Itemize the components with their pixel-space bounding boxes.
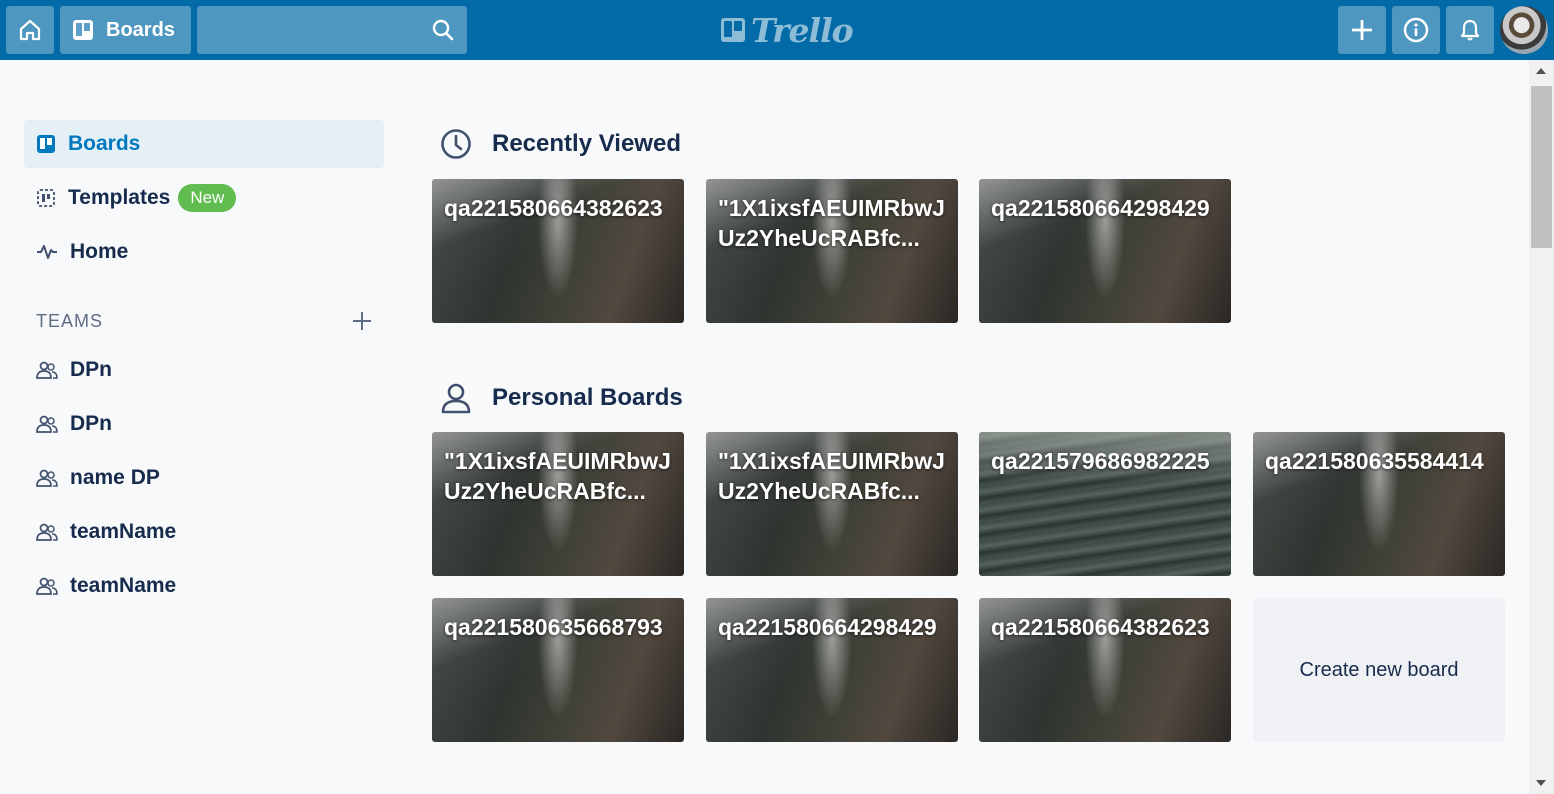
- home-button[interactable]: [6, 6, 54, 54]
- new-badge: New: [178, 184, 237, 212]
- teams-header: TEAMS: [36, 306, 372, 336]
- board-title: "1X1ixsfAEUIMRbwJUz2YheUcRABfc...: [718, 448, 945, 504]
- team-icon: [36, 577, 58, 595]
- team-label: teamName: [70, 574, 177, 597]
- personal-boards-header: Personal Boards: [440, 382, 683, 414]
- sidebar-item-label: Templates: [68, 186, 171, 209]
- board-title: qa221580635584414: [1265, 448, 1484, 474]
- board-title: qa221580664298429: [991, 195, 1210, 221]
- board-icon: [37, 135, 55, 153]
- team-icon: [36, 523, 58, 541]
- trello-logo-icon: [721, 18, 745, 42]
- plus-icon[interactable]: [352, 311, 372, 331]
- sidebar-item-templates[interactable]: Templates New: [24, 174, 384, 222]
- board-tile[interactable]: "1X1ixsfAEUIMRbwJUz2YheUcRABfc...: [432, 432, 684, 576]
- team-list: DPn DPn name DP teamName teamName: [24, 346, 384, 616]
- team-item[interactable]: DPn: [24, 346, 384, 394]
- plus-icon: [1352, 20, 1372, 40]
- bell-icon: [1460, 19, 1480, 41]
- team-label: DPn: [70, 412, 112, 435]
- team-item[interactable]: teamName: [24, 508, 384, 556]
- home-icon: [19, 19, 41, 41]
- board-title: qa221580664382623: [444, 195, 663, 221]
- template-icon: [37, 189, 55, 207]
- section-title: Personal Boards: [492, 384, 683, 411]
- boards-button-label: Boards: [106, 18, 175, 41]
- create-new-board-button[interactable]: Create new board: [1253, 598, 1505, 742]
- top-header: Boards Trello: [0, 0, 1554, 60]
- clock-icon: [441, 129, 471, 159]
- board-tile[interactable]: qa221579686982225: [979, 432, 1231, 576]
- board-title: qa221579686982225: [991, 448, 1210, 474]
- board-title: qa221580664298429: [718, 614, 937, 640]
- activity-icon: [37, 245, 57, 259]
- search-icon[interactable]: [431, 18, 455, 42]
- team-icon: [36, 415, 58, 433]
- sidebar: Boards Templates New Home TEAMS DPn DPn …: [24, 120, 384, 597]
- avatar[interactable]: [1500, 6, 1548, 54]
- section-title: Recently Viewed: [492, 130, 681, 157]
- board-tile[interactable]: qa221580664298429: [706, 598, 958, 742]
- team-item[interactable]: teamName: [24, 562, 384, 610]
- search-input[interactable]: [197, 6, 419, 54]
- sidebar-item-boards[interactable]: Boards: [24, 120, 384, 168]
- board-tile[interactable]: qa221580635584414: [1253, 432, 1505, 576]
- sidebar-item-home[interactable]: Home: [24, 228, 384, 276]
- boards-button[interactable]: Boards: [60, 6, 191, 54]
- team-label: name DP: [70, 466, 160, 489]
- board-icon: [73, 20, 93, 40]
- logo-text: Trello: [751, 10, 854, 50]
- board-tile[interactable]: qa221580664382623: [432, 179, 684, 323]
- board-title: qa221580664382623: [991, 614, 1210, 640]
- trello-logo[interactable]: Trello: [720, 10, 854, 50]
- info-button[interactable]: [1392, 6, 1440, 54]
- scrollbar[interactable]: [1529, 60, 1554, 794]
- team-label: teamName: [70, 520, 177, 543]
- notifications-button[interactable]: [1446, 6, 1494, 54]
- search-box[interactable]: [197, 6, 467, 54]
- user-icon: [441, 383, 471, 414]
- team-icon: [36, 469, 58, 487]
- sidebar-item-label: Boards: [68, 132, 141, 155]
- board-tile[interactable]: qa221580664382623: [979, 598, 1231, 742]
- sidebar-item-label: Home: [70, 240, 129, 263]
- board-title: "1X1ixsfAEUIMRbwJUz2YheUcRABfc...: [718, 195, 945, 251]
- scroll-up-arrow-icon[interactable]: [1536, 68, 1546, 74]
- scroll-down-arrow-icon[interactable]: [1536, 780, 1546, 786]
- board-title: "1X1ixsfAEUIMRbwJUz2YheUcRABfc...: [444, 448, 671, 504]
- info-icon: [1403, 17, 1429, 43]
- team-item[interactable]: name DP: [24, 454, 384, 502]
- board-tile[interactable]: "1X1ixsfAEUIMRbwJUz2YheUcRABfc...: [706, 432, 958, 576]
- board-title: qa221580635668793: [444, 614, 663, 640]
- recently-viewed-header: Recently Viewed: [440, 128, 681, 160]
- teams-label: TEAMS: [36, 310, 104, 331]
- team-icon: [36, 361, 58, 379]
- team-label: DPn: [70, 358, 112, 381]
- scroll-thumb[interactable]: [1531, 86, 1552, 248]
- team-item[interactable]: DPn: [24, 400, 384, 448]
- create-button[interactable]: [1338, 6, 1386, 54]
- create-new-board-label: Create new board: [1299, 658, 1459, 681]
- board-tile[interactable]: "1X1ixsfAEUIMRbwJUz2YheUcRABfc...: [706, 179, 958, 323]
- board-tile[interactable]: qa221580664298429: [979, 179, 1231, 323]
- board-tile[interactable]: qa221580635668793: [432, 598, 684, 742]
